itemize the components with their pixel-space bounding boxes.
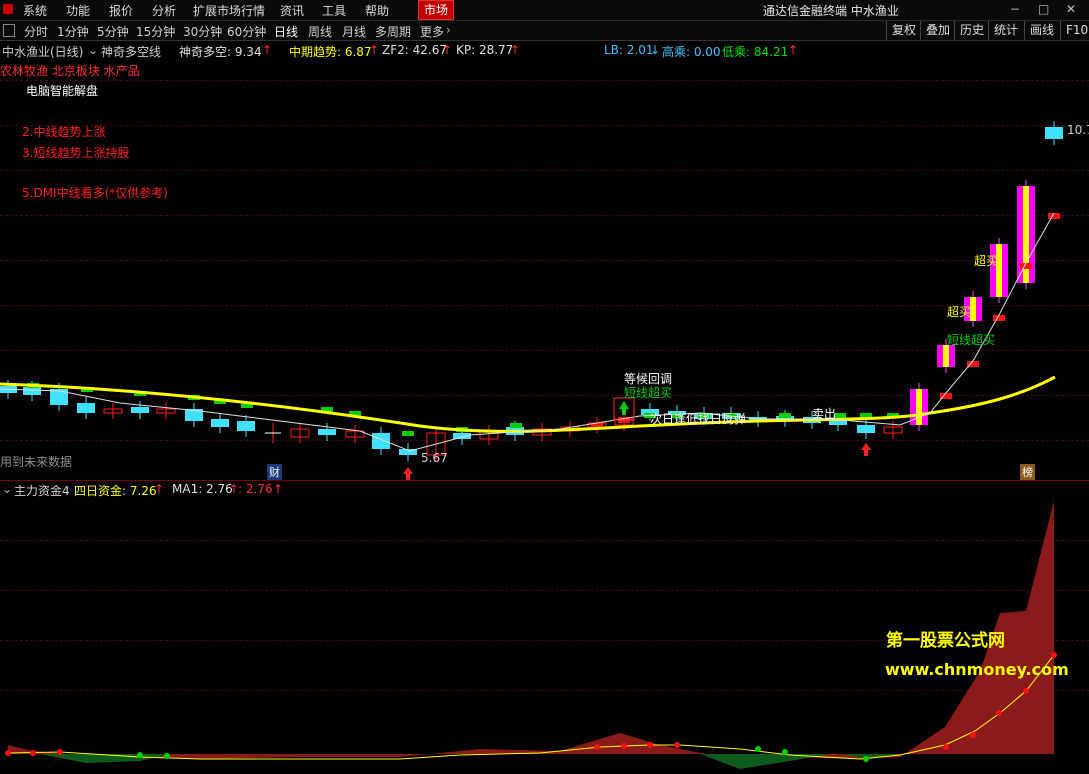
period-15min[interactable]: 15分钟	[136, 23, 175, 40]
short-overbought-label-1: 短线超买	[624, 385, 672, 400]
watermark-url: www.chnmoney.com	[885, 660, 1069, 679]
capital-dot	[647, 742, 653, 748]
candle-core	[916, 389, 922, 425]
tool-fuquan[interactable]: 复权	[886, 21, 921, 40]
period-weekly[interactable]: 周线	[308, 23, 332, 40]
candle-body-down	[77, 403, 95, 413]
up-arrow-icon	[861, 443, 871, 456]
capital-dot	[970, 732, 976, 738]
candle-body-down	[453, 433, 471, 439]
capital-dot	[996, 710, 1002, 716]
app-title: 通达信金融终端 中水渔业	[763, 4, 899, 18]
menu-item-extended-market[interactable]: 扩展市场行情	[193, 2, 265, 19]
low-price-label: 5.67	[421, 451, 448, 465]
capital-dot	[621, 743, 627, 749]
down-arrow-icon	[619, 401, 629, 415]
candle-body-down	[131, 407, 149, 413]
menu-item-tools[interactable]: 工具	[322, 2, 346, 19]
capital-dot	[57, 749, 63, 755]
menu-item-analysis[interactable]: 分析	[152, 2, 176, 19]
close-icon[interactable]: ✕	[1066, 2, 1076, 16]
candle-body-down	[857, 425, 875, 433]
period-1min[interactable]: 1分钟	[57, 23, 89, 40]
panel-toggle-icon[interactable]	[3, 24, 15, 37]
kline-chart[interactable]: 5.6710.7等候回调短线超买次日逢低找日反弹卖出超买超买短线超买	[0, 41, 1089, 481]
candle-body-down	[23, 387, 41, 395]
capital-dot	[755, 746, 761, 752]
up-arrow-icon	[403, 467, 413, 480]
short-overbought-label-2: 短线超买	[947, 332, 995, 347]
maximize-icon[interactable]: □	[1038, 2, 1049, 16]
overbought-label-1: 超买	[947, 304, 971, 319]
candle-body-down	[318, 429, 336, 435]
menu-item-system[interactable]: 系统	[23, 2, 47, 19]
up-arrow-icon: ↑	[154, 482, 165, 496]
tool-diejia[interactable]: 叠加	[920, 21, 955, 40]
up-arrow-icon: ↑	[273, 482, 284, 496]
sub-indicator-dropdown-icon[interactable]: ⌄	[2, 482, 12, 496]
period-60min[interactable]: 60分钟	[227, 23, 266, 40]
tool-stats[interactable]: 统计	[988, 21, 1023, 40]
menu-item-function[interactable]: 功能	[66, 2, 90, 19]
capital-dot	[863, 756, 869, 762]
period-more[interactable]: 更多	[420, 23, 444, 40]
candle-core	[996, 244, 1002, 297]
watermark-title: 第一股票公式网	[886, 631, 1005, 651]
tool-draw[interactable]: 画线	[1024, 21, 1059, 40]
menu-item-news[interactable]: 资讯	[280, 2, 304, 19]
period-monthly[interactable]: 月线	[342, 23, 366, 40]
menu-bar: 系统 功能 报价 分析 扩展市场行情 资讯 工具 帮助 市场 通达信金融终端 中…	[0, 0, 1089, 21]
capital-dot	[594, 744, 600, 750]
ma-line-yellow	[0, 375, 1056, 433]
period-daily[interactable]: 日线	[274, 23, 298, 40]
capital-dot	[30, 750, 36, 756]
capital-dot	[674, 742, 680, 748]
ma1-value: MA1: 2.76	[172, 482, 233, 496]
minimize-icon[interactable]: −	[1010, 2, 1020, 16]
sell-label: 卖出	[812, 407, 836, 421]
tool-f10[interactable]: F10	[1060, 21, 1089, 40]
period-bar: 分时 1分钟 5分钟 15分钟 30分钟 60分钟 日线 周线 月线 多周期 更…	[0, 21, 1089, 41]
capital-dot	[943, 744, 949, 750]
capital-dot	[5, 750, 11, 756]
candle-body-down	[1045, 127, 1063, 139]
menu-item-quote[interactable]: 报价	[109, 2, 133, 19]
capital-dot	[164, 753, 170, 759]
candle-body-down	[211, 419, 229, 427]
finance-badge[interactable]: 财	[267, 464, 282, 480]
candle-body-down	[237, 421, 255, 431]
candle-core	[943, 345, 949, 367]
period-fenshi[interactable]: 分时	[24, 23, 48, 40]
signal-marker-green	[510, 423, 522, 428]
high-price-label: 10.7	[1067, 123, 1089, 137]
tool-history[interactable]: 历史	[954, 21, 989, 40]
next-day-rebound-label: 次日逢低找日反弹	[650, 412, 746, 426]
market-button[interactable]: 市场	[418, 0, 454, 20]
capital-dot	[1023, 688, 1029, 694]
period-5min[interactable]: 5分钟	[97, 23, 129, 40]
chevron-right-icon[interactable]: ›	[446, 23, 451, 37]
overbought-label-2: 超买	[974, 253, 998, 268]
extra-value: : 2.76	[238, 482, 273, 496]
list-badge[interactable]: 榜	[1020, 464, 1035, 480]
candle-body-down	[372, 433, 390, 449]
period-30min[interactable]: 30分钟	[183, 23, 222, 40]
wait-pullback-label: 等候回调	[624, 372, 672, 386]
period-multi[interactable]: 多周期	[375, 23, 411, 40]
signal-marker-green	[402, 431, 414, 436]
capital-dot	[1051, 652, 1057, 658]
app-logo-icon[interactable]	[3, 4, 13, 14]
capital-dot	[137, 752, 143, 758]
menu-item-help[interactable]: 帮助	[365, 2, 389, 19]
signal-marker-green	[779, 413, 791, 418]
capital-dot	[782, 749, 788, 755]
